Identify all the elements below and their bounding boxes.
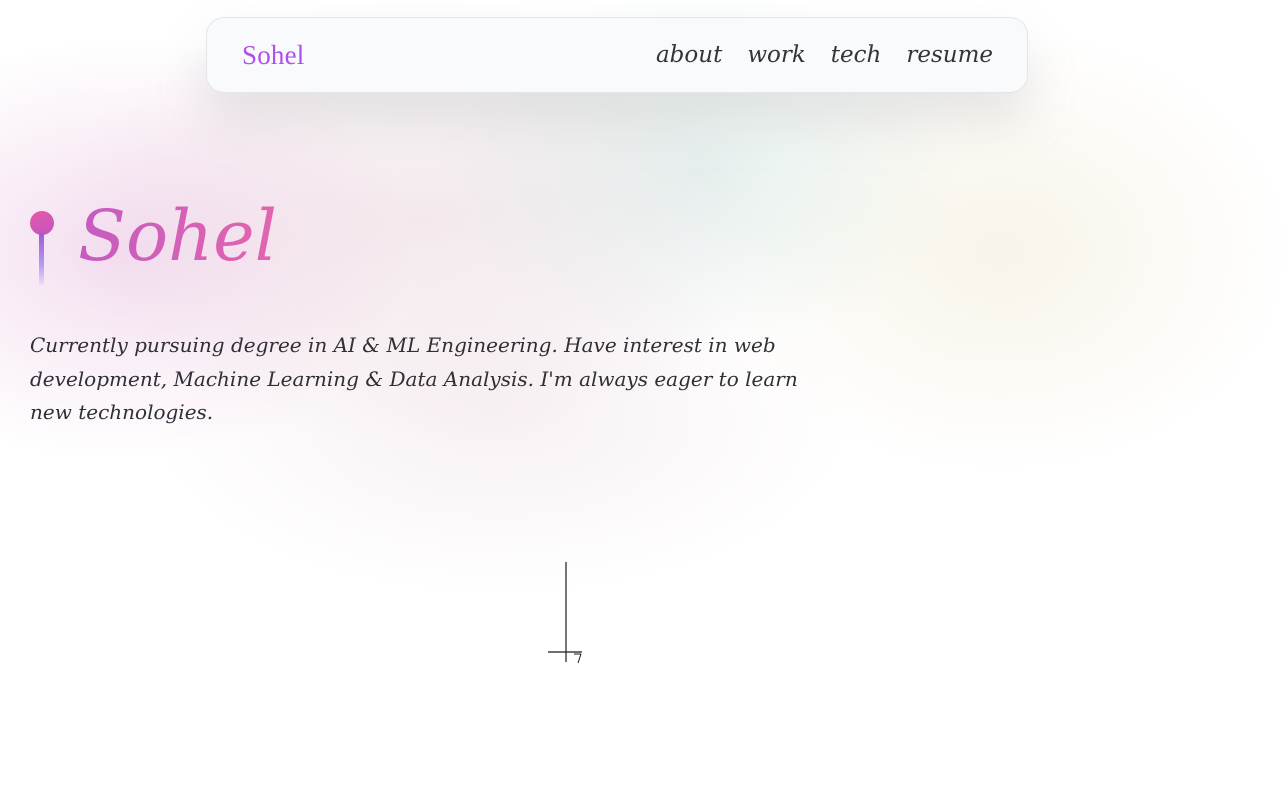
nav-links: about work tech resume xyxy=(656,42,993,68)
pin-icon xyxy=(30,211,54,287)
page: Sohel about work tech resume Sohel Curre… xyxy=(0,0,1286,790)
hero-title: Sohel xyxy=(78,195,277,277)
nav-link-tech[interactable]: tech xyxy=(831,42,882,68)
pin-head xyxy=(30,211,54,235)
nav-link-work[interactable]: work xyxy=(747,42,805,68)
hero-bio: Currently pursuing degree in AI & ML Eng… xyxy=(30,333,798,424)
nav-link-resume[interactable]: resume xyxy=(906,42,993,68)
nav-link-about[interactable]: about xyxy=(656,42,722,68)
brand-logo-link[interactable]: Sohel xyxy=(242,40,305,71)
navbar: Sohel about work tech resume xyxy=(206,17,1028,93)
cursor-glyph-icon xyxy=(548,562,582,664)
pin-stem xyxy=(39,233,44,285)
